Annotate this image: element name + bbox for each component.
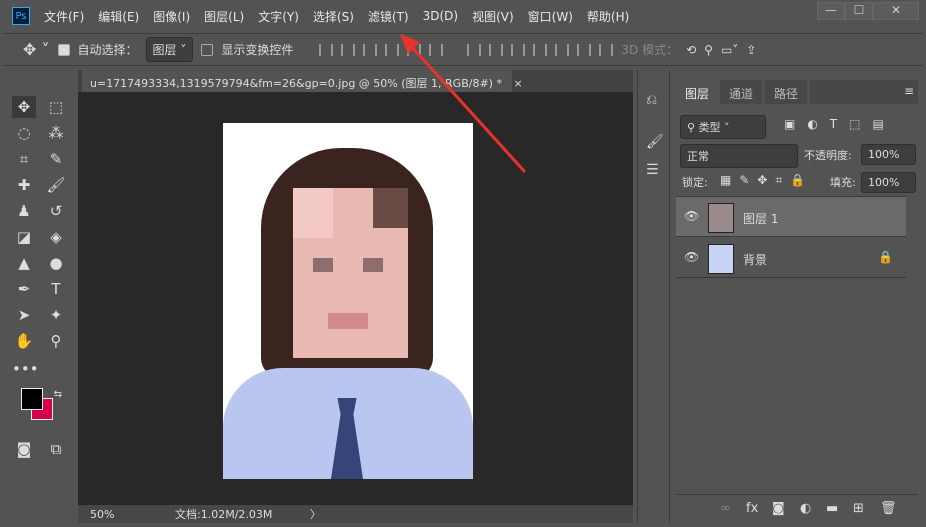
link-layers-icon[interactable]: ∞ bbox=[720, 501, 731, 516]
visibility-eye-icon[interactable]: 👁 bbox=[684, 209, 699, 223]
status-bar: 50% 文档:1.02M/2.03M 〉 bbox=[78, 505, 633, 523]
add-mask-icon[interactable]: ◙ bbox=[772, 501, 785, 516]
delete-layer-icon[interactable]: 🗑 bbox=[880, 501, 897, 516]
document-size: 文档:1.02M/2.03M bbox=[175, 508, 273, 521]
layer-row-layer1[interactable]: 👁 图层 1 bbox=[676, 197, 906, 237]
layers-panel: 图层 通道 路径 ≡ ⚲ 类型 ˅ ▣◐T⬚▤ 正常 不透明度: 100% 锁定… bbox=[676, 80, 918, 522]
layer-thumbnail bbox=[708, 244, 734, 274]
lock-icons[interactable]: ▦✎✥⌗🔒 bbox=[720, 173, 813, 188]
fill-label: 填充: bbox=[830, 176, 856, 189]
zoom-level[interactable]: 50% bbox=[90, 508, 150, 521]
layer-name[interactable]: 背景 bbox=[743, 251, 767, 268]
history-icon[interactable]: ⎌ bbox=[646, 92, 657, 108]
tab-layers[interactable]: 图层 bbox=[676, 80, 719, 104]
layer-name[interactable]: 图层 1 bbox=[743, 210, 778, 227]
adjustments-icon[interactable]: ☰ bbox=[646, 162, 659, 178]
blend-mode-value: 正常 bbox=[687, 150, 709, 163]
adjustment-layer-icon[interactable]: ◐ bbox=[800, 501, 811, 516]
opacity-input[interactable]: 100% bbox=[861, 144, 916, 165]
tab-channels[interactable]: 通道 bbox=[720, 80, 763, 104]
visibility-eye-icon[interactable]: 👁 bbox=[684, 250, 699, 264]
filter-icons[interactable]: ▣◐T⬚▤ bbox=[784, 117, 896, 131]
blend-mode-dropdown[interactable]: 正常 bbox=[680, 144, 798, 168]
layer-thumbnail bbox=[708, 203, 734, 233]
layer-row-background[interactable]: 👁 背景 🔒 bbox=[676, 238, 906, 278]
lock-label: 锁定: bbox=[682, 176, 708, 189]
fx-icon[interactable]: fx bbox=[746, 501, 758, 516]
fill-value: 100% bbox=[868, 176, 900, 189]
brush-settings-icon[interactable]: 🖌 bbox=[646, 134, 664, 150]
opacity-label: 不透明度: bbox=[804, 149, 852, 162]
filter-kind-value: 类型 bbox=[698, 121, 721, 134]
lock-icon: 🔒 bbox=[878, 250, 893, 264]
tab-paths[interactable]: 路径 bbox=[765, 80, 808, 104]
fill-input[interactable]: 100% bbox=[861, 172, 916, 193]
status-menu-arrow[interactable]: 〉 bbox=[310, 506, 321, 522]
filter-kind-dropdown[interactable]: ⚲ 类型 ˅ bbox=[680, 115, 766, 139]
new-group-icon[interactable]: ▬ bbox=[826, 501, 838, 516]
panel-menu-icon[interactable]: ≡ bbox=[904, 84, 914, 98]
opacity-value: 100% bbox=[868, 148, 900, 161]
collapsed-panels: ⎌ 🖌 ☰ bbox=[637, 70, 670, 522]
new-layer-icon[interactable]: ⊞ bbox=[853, 501, 864, 516]
